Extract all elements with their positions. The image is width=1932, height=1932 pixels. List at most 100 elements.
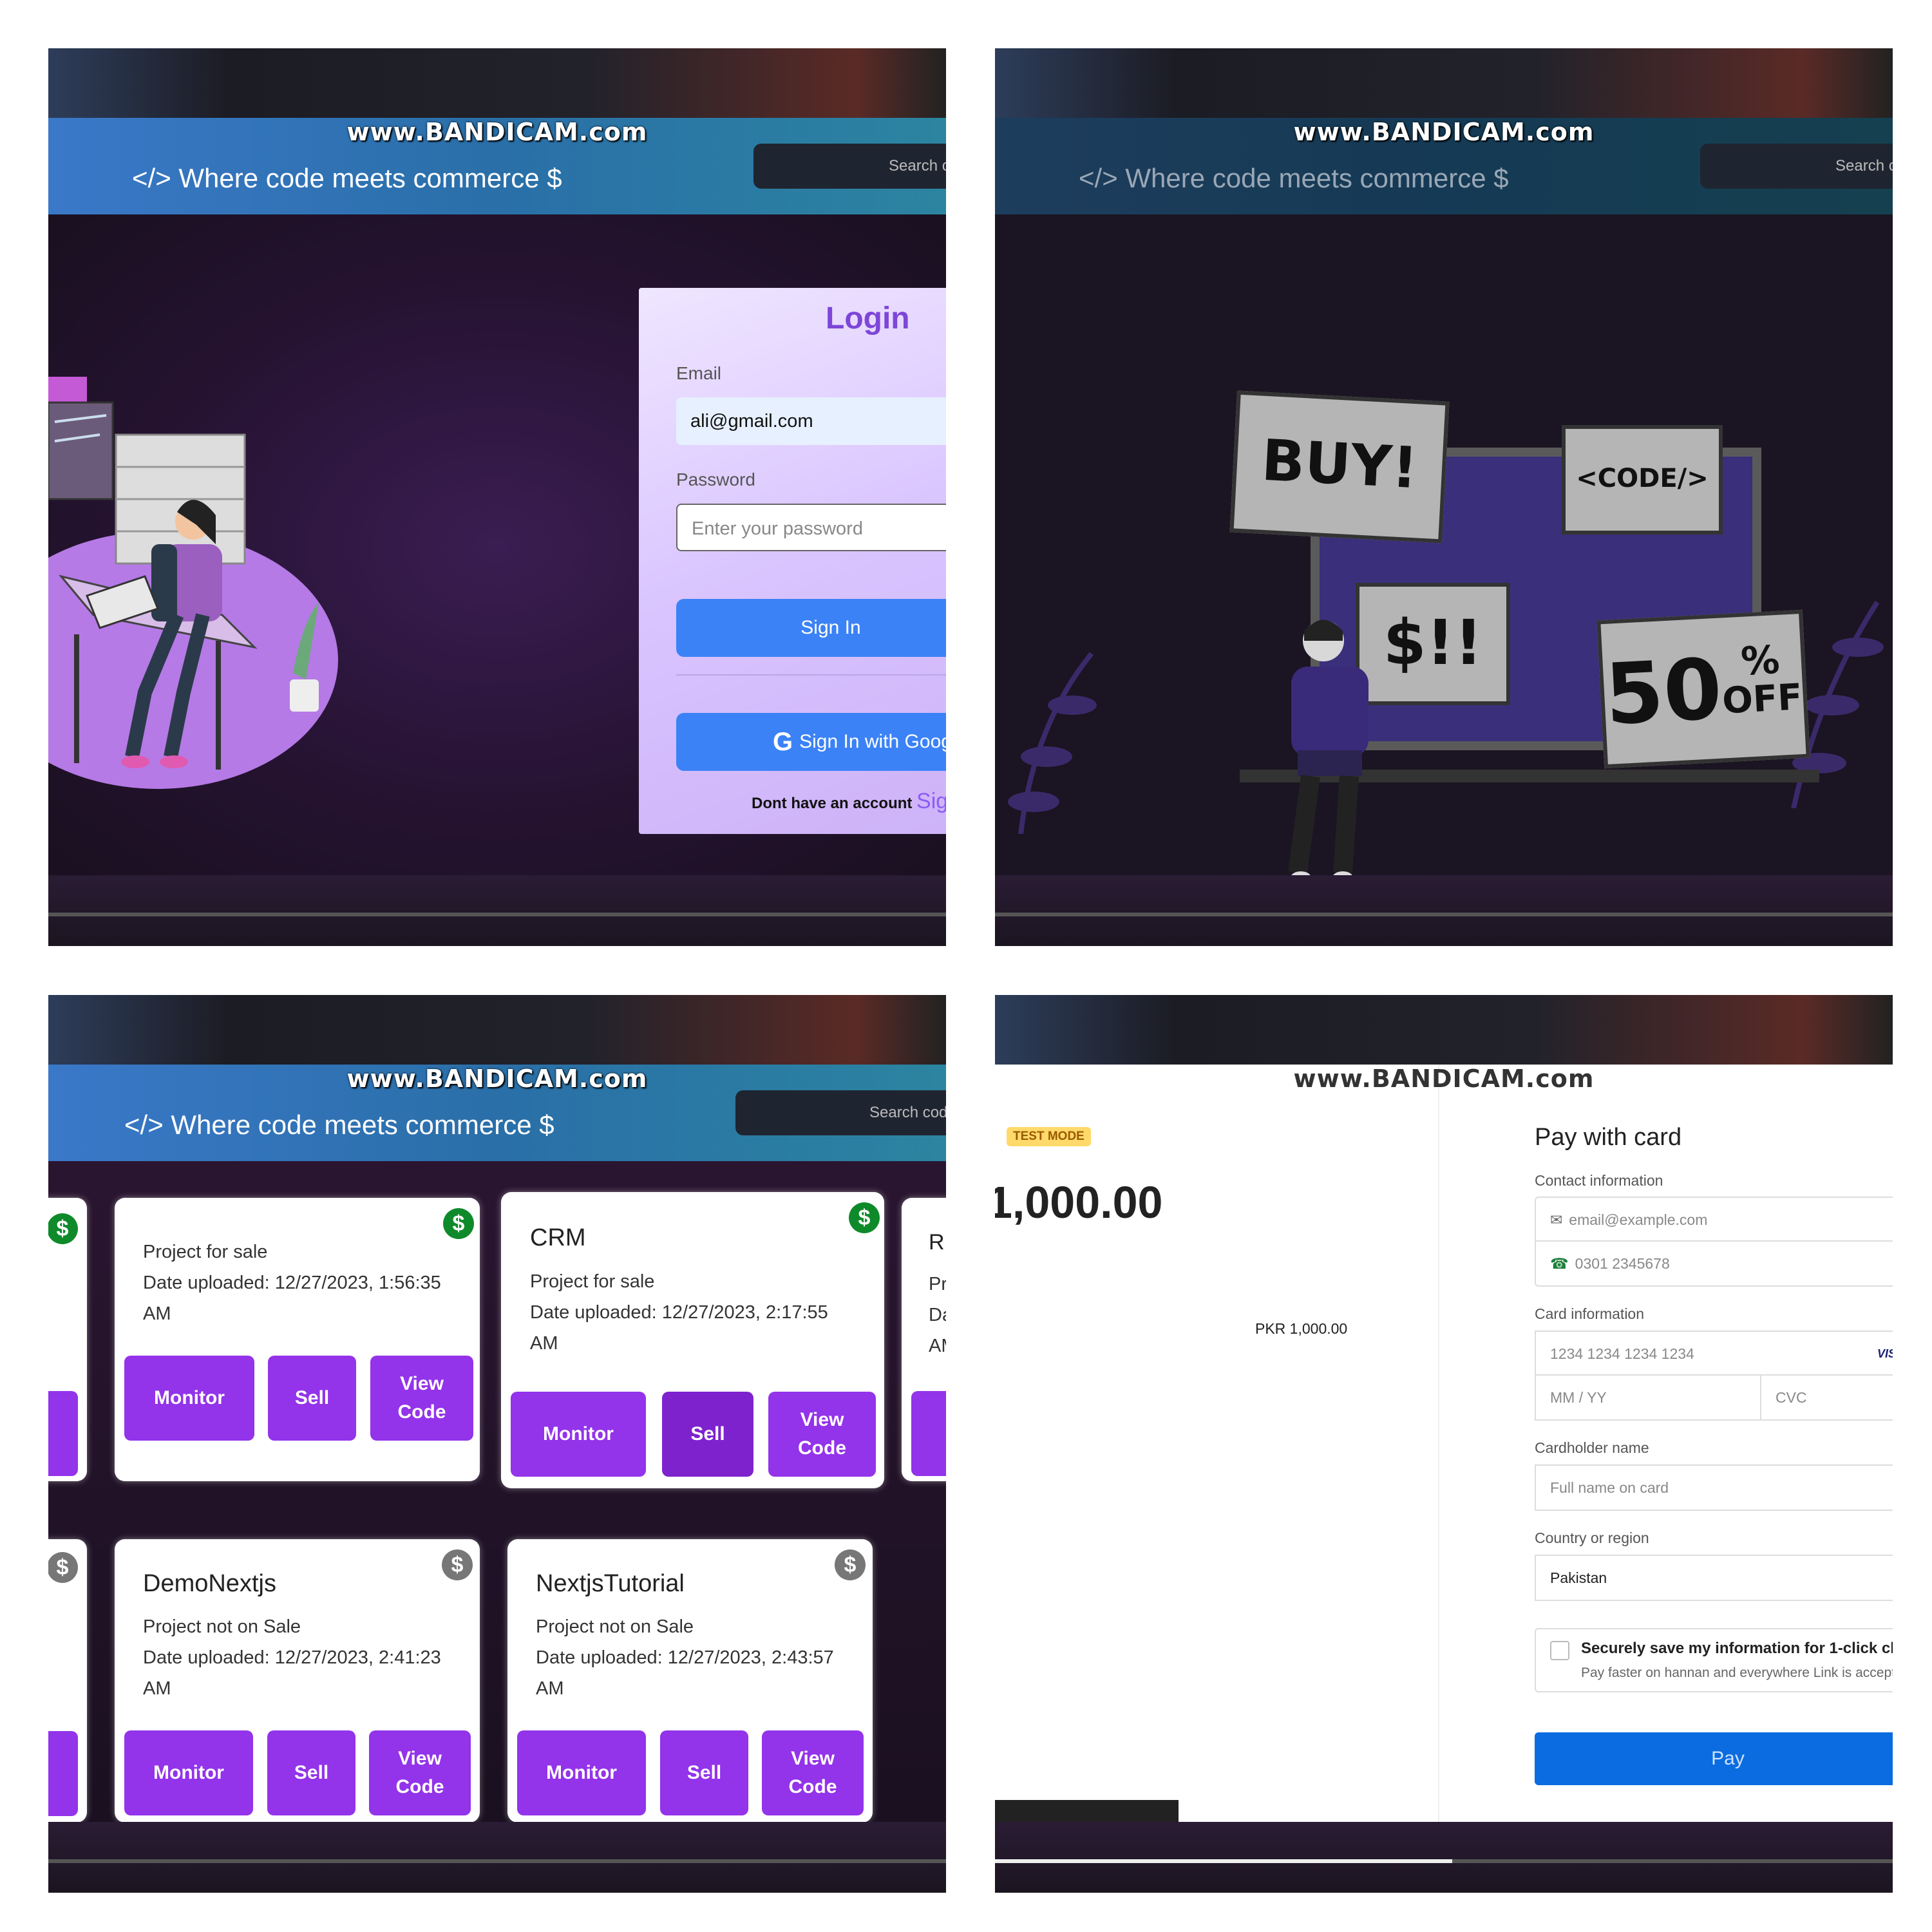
video-progress-track[interactable] (48, 1859, 946, 1863)
video-controls (995, 875, 1893, 946)
bandicam-watermark: www.BANDICAM.com (1293, 118, 1595, 146)
divider (676, 674, 946, 676)
bandicam-watermark: www.BANDICAM.com (1293, 1065, 1595, 1093)
bandicam-watermark: www.BANDICAM.com (346, 118, 648, 146)
card-number-field[interactable]: 1234 1234 1234 1234 VISA (1536, 1332, 1893, 1376)
phone-field[interactable]: ☎ 0301 2345678 (1536, 1242, 1893, 1285)
search-input[interactable]: Search code (1700, 144, 1893, 189)
monitor-button[interactable]: Monitor (124, 1356, 254, 1441)
sign-up-link[interactable]: Sign Up (916, 789, 946, 813)
video-controls (48, 875, 946, 946)
discount-number: 50 (1602, 639, 1725, 744)
project-date-ampm: AM (536, 1678, 564, 1699)
video-progress-fill (995, 1859, 1452, 1863)
phone-icon: ☎ (1550, 1255, 1569, 1272)
project-card-partial: $ (48, 1539, 87, 1823)
bandicam-watermark: www.BANDICAM.com (346, 1065, 648, 1093)
login-panel: </> Where code meets commerce $ Search c… (48, 48, 946, 946)
code-sign: <CODE/> (1562, 425, 1723, 535)
video-progress-track[interactable] (48, 913, 946, 916)
monitor-button[interactable]: Monitor (517, 1730, 646, 1815)
view-code-button[interactable]: View Code (369, 1730, 471, 1815)
country-select[interactable]: Pakistan (1535, 1555, 1893, 1601)
country-value: Pakistan (1550, 1569, 1607, 1586)
project-card: $ Project for sale Date uploaded: 12/27/… (115, 1198, 480, 1481)
project-status: Project for sale (143, 1242, 268, 1262)
save-info-checkbox[interactable] (1550, 1641, 1569, 1660)
project-date: Date uploaded: 12/27/2023, 2:41:23 (143, 1647, 441, 1668)
plant-decoration-left (1008, 652, 1097, 834)
test-mode-badge: TEST MODE (1007, 1127, 1091, 1146)
monitor-button[interactable] (48, 1391, 78, 1476)
view-code-line2: Code (397, 1401, 446, 1423)
cvc-field[interactable]: CVC (1761, 1376, 1807, 1419)
site-tagline[interactable]: </> Where code meets commerce $ (132, 163, 562, 194)
pay-heading: Pay with card (1535, 1124, 1682, 1151)
monitor-button[interactable]: Monitor (124, 1730, 253, 1815)
password-field[interactable]: Enter your password (676, 504, 946, 551)
for-sale-icon: $ (48, 1213, 78, 1244)
google-icon: G (773, 728, 793, 756)
google-sign-in-button[interactable]: G Sign In with Google (676, 713, 946, 771)
cardholder-field[interactable]: Full name on card (1535, 1464, 1893, 1511)
view-code-button[interactable]: View Code (762, 1730, 864, 1815)
project-date-ampm: AM (929, 1336, 946, 1356)
search-input[interactable]: Search code (753, 144, 946, 189)
card-info-label: Card information (1535, 1305, 1645, 1322)
search-input[interactable]: Search code (735, 1090, 946, 1135)
project-date: Da (929, 1305, 946, 1325)
save-info-box: Securely save my information for 1-click… (1535, 1628, 1893, 1692)
site-tagline[interactable]: </> Where code meets commerce $ (124, 1110, 554, 1141)
project-date-ampm: AM (143, 1303, 171, 1324)
project-title: DemoNextjs (143, 1570, 276, 1597)
sell-button[interactable]: Sell (267, 1730, 355, 1815)
project-status: Pr (929, 1274, 946, 1294)
browser-top-blur (48, 48, 946, 118)
view-code-line1: View (400, 1373, 444, 1394)
for-sale-icon: $ (849, 1202, 880, 1233)
mail-icon: ✉ (1550, 1211, 1563, 1228)
no-account-text: Dont have an account (752, 795, 913, 812)
view-code-line2: Code (395, 1776, 444, 1797)
save-info-subtitle: Pay faster on hannan and everywhere Link… (1581, 1665, 1893, 1680)
video-controls (995, 1822, 1893, 1893)
expiry-field[interactable]: MM / YY (1536, 1376, 1761, 1419)
browser-top-blur (995, 995, 1893, 1065)
project-date: Date uploaded: 12/27/2023, 2:17:55 (530, 1302, 828, 1323)
view-code-button[interactable]: View Code (370, 1356, 473, 1441)
discount-off: OFF (1721, 676, 1804, 723)
monitor-button[interactable]: Monitor (511, 1392, 646, 1477)
sell-button[interactable]: Sell (660, 1730, 748, 1815)
discount-percent: % (1739, 637, 1781, 685)
buy-sign: BUY! (1229, 390, 1450, 544)
project-date-ampm: AM (143, 1678, 171, 1699)
google-sign-in-label: Sign In with Google (799, 731, 946, 752)
monitor-button[interactable] (48, 1731, 78, 1816)
sell-button[interactable]: Sell (268, 1356, 356, 1441)
contact-box: ✉ email@example.com ☎ 0301 2345678 (1535, 1197, 1893, 1287)
view-code-button[interactable]: View Code (768, 1392, 876, 1477)
email-field[interactable]: ali@gmail.com (676, 397, 946, 445)
order-amount: 1,000.00 (995, 1177, 1163, 1227)
sell-button[interactable]: Sell (662, 1392, 753, 1477)
phone-value: 0301 2345678 (1575, 1255, 1670, 1272)
site-tagline[interactable]: </> Where code meets commerce $ (1079, 163, 1509, 194)
for-sale-icon: $ (443, 1208, 474, 1239)
contact-label: Contact information (1535, 1172, 1663, 1189)
promo-panel: </> Where code meets commerce $ Search c… (995, 48, 1893, 946)
video-progress-track[interactable] (995, 913, 1893, 916)
pay-button[interactable]: Pay (1535, 1732, 1893, 1785)
sign-in-button[interactable]: Sign In (676, 599, 946, 657)
card-box: 1234 1234 1234 1234 VISA MM / YY CVC (1535, 1331, 1893, 1421)
checkout-panel: www.BANDICAM.com TEST MODE 1,000.00 PKR … (995, 995, 1893, 1893)
view-code-line2: Code (798, 1437, 846, 1459)
project-status: Project not on Sale (143, 1616, 301, 1637)
email-field[interactable]: ✉ email@example.com (1536, 1198, 1893, 1242)
discount-sign: 50% OFF (1596, 609, 1810, 769)
project-card: $ DemoNextjs Project not on Sale Date up… (115, 1539, 480, 1823)
cardholder-label: Cardholder name (1535, 1439, 1649, 1456)
project-status: Project not on Sale (536, 1616, 694, 1637)
monitor-button[interactable] (911, 1391, 946, 1476)
signup-prompt: Dont have an account Sign Up (752, 789, 946, 814)
view-code-line1: View (398, 1748, 442, 1769)
